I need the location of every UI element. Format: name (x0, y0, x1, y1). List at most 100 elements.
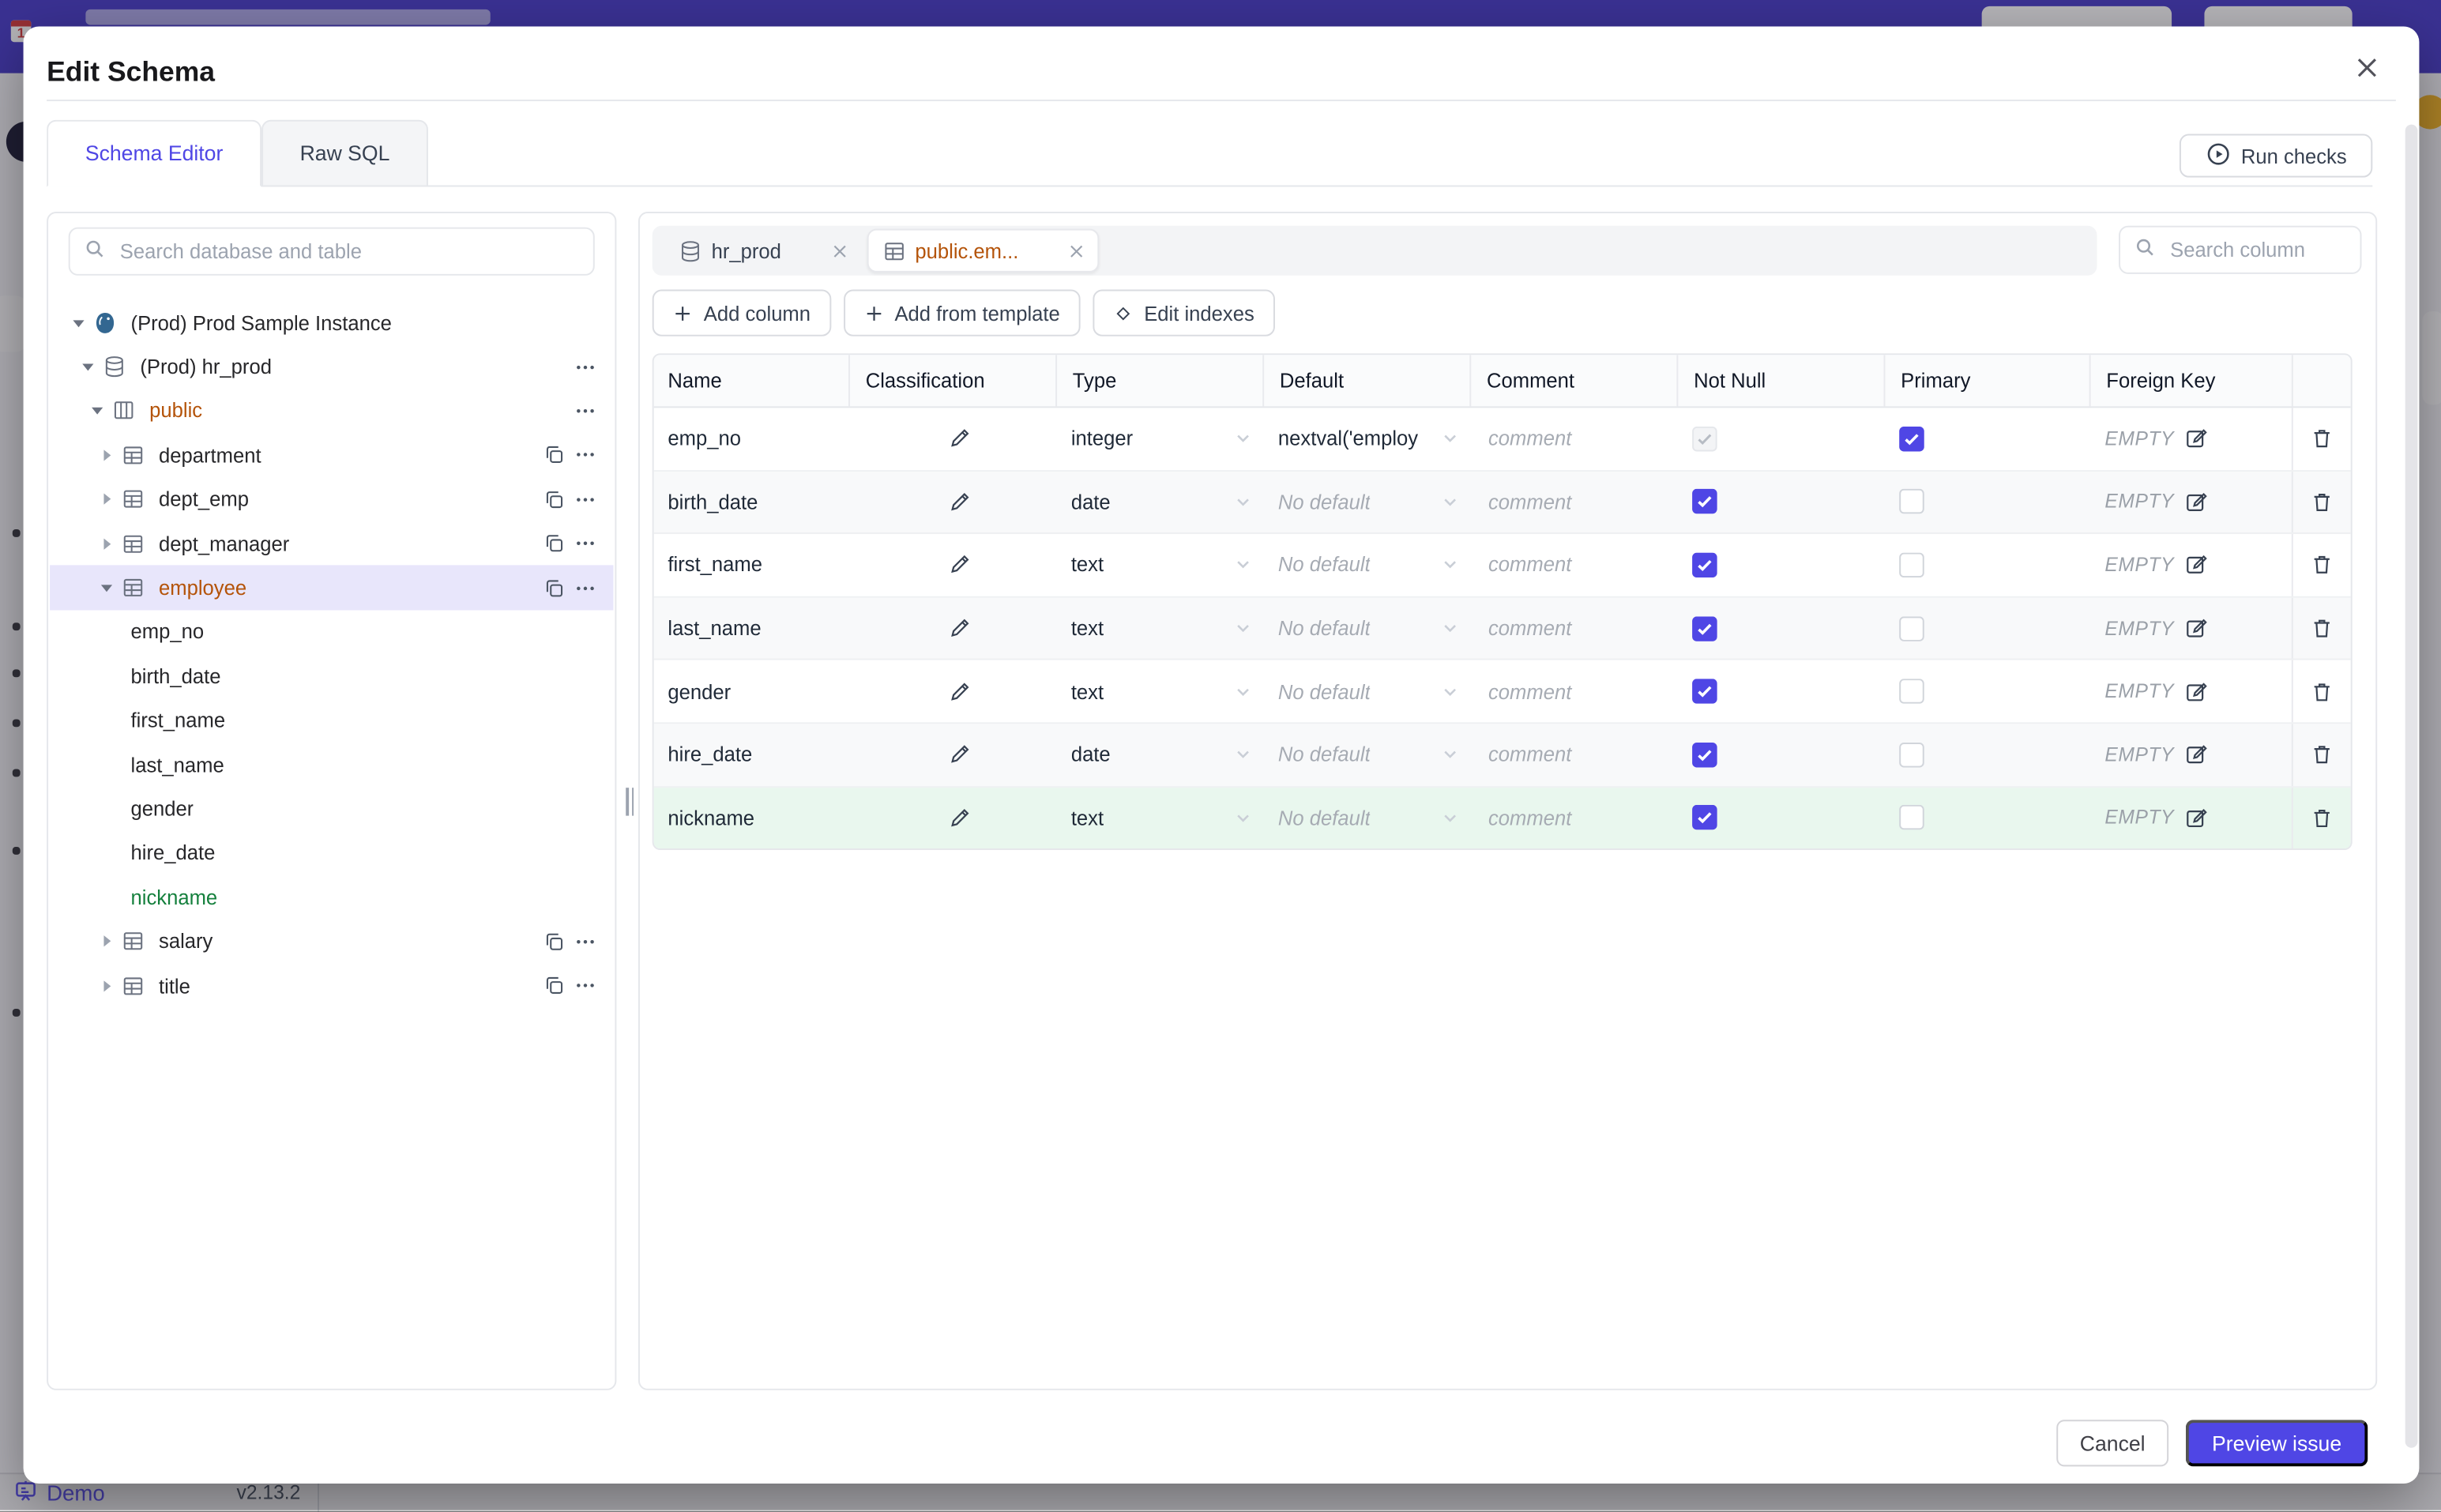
caret-right-icon[interactable] (90, 935, 121, 949)
trash-icon[interactable] (2310, 554, 2334, 577)
comment-input[interactable] (1485, 551, 1655, 579)
primary-checkbox[interactable] (1899, 615, 1924, 641)
caret-right-icon[interactable] (90, 536, 121, 551)
copy-icon[interactable] (539, 970, 570, 1001)
type-select[interactable]: text (1055, 680, 1262, 703)
comment-input[interactable] (1485, 741, 1655, 769)
column-name-field[interactable]: gender (654, 680, 848, 704)
copy-icon[interactable] (539, 926, 570, 957)
pencil-icon[interactable] (864, 427, 1055, 451)
type-select[interactable]: date (1055, 743, 1262, 766)
run-checks-button[interactable]: Run checks (2179, 134, 2373, 178)
primary-checkbox[interactable] (1899, 679, 1924, 705)
comment-input[interactable] (1485, 615, 1655, 642)
cancel-button[interactable]: Cancel (2056, 1420, 2169, 1467)
edit-indexes-button[interactable]: Edit indexes (1093, 289, 1275, 337)
not-null-checkbox[interactable] (1692, 742, 1717, 768)
not-null-checkbox[interactable] (1692, 615, 1717, 641)
more-menu-icon[interactable] (570, 926, 600, 957)
caret-down-icon[interactable] (81, 404, 111, 418)
tree-item-dept_manager[interactable]: dept_manager (50, 521, 613, 566)
pencil-icon[interactable] (864, 617, 1055, 641)
pencil-icon[interactable] (864, 680, 1055, 704)
type-select[interactable]: integer (1055, 427, 1262, 450)
tree-item-gender[interactable]: gender (50, 787, 613, 831)
default-select[interactable]: No default (1262, 680, 1469, 703)
tree-item--Prod-hr_prod[interactable]: (Prod) hr_prod (50, 344, 613, 389)
trash-icon[interactable] (2310, 743, 2334, 767)
caret-down-icon[interactable] (62, 315, 93, 329)
not-null-checkbox[interactable] (1692, 805, 1717, 831)
add-from-template-button[interactable]: Add from template (843, 289, 1081, 337)
comment-input[interactable] (1485, 425, 1655, 453)
more-menu-icon[interactable] (570, 352, 600, 382)
column-name-field[interactable]: last_name (654, 617, 848, 641)
tree-item-department[interactable]: department (50, 433, 613, 477)
editor-tab-hr_prod[interactable]: hr_prod (664, 231, 860, 271)
caret-down-icon[interactable] (72, 359, 103, 374)
primary-checkbox[interactable] (1899, 426, 1924, 452)
tree-item-public[interactable]: public (50, 389, 613, 433)
caret-right-icon[interactable] (90, 492, 121, 506)
tab-raw-sql[interactable]: Raw SQL (261, 119, 428, 187)
tree-item-last_name[interactable]: last_name (50, 743, 613, 787)
default-select[interactable]: No default (1262, 807, 1469, 829)
comment-input[interactable] (1485, 804, 1655, 832)
edit-foreign-key-icon[interactable] (2183, 554, 2207, 577)
tree-item-employee[interactable]: employee (50, 566, 614, 610)
default-select[interactable]: No default (1262, 743, 1469, 766)
primary-checkbox[interactable] (1899, 742, 1924, 768)
type-select[interactable]: text (1055, 807, 1262, 829)
trash-icon[interactable] (2310, 427, 2334, 451)
more-menu-icon[interactable] (570, 483, 600, 514)
pencil-icon[interactable] (864, 554, 1055, 577)
column-name-field[interactable]: first_name (654, 554, 848, 577)
trash-icon[interactable] (2310, 491, 2334, 514)
type-select[interactable]: date (1055, 491, 1262, 513)
tree-item-birth_date[interactable]: birth_date (50, 654, 613, 698)
preview-issue-button[interactable]: Preview issue (2185, 1420, 2368, 1467)
column-name-field[interactable]: nickname (654, 807, 848, 830)
pencil-icon[interactable] (864, 491, 1055, 514)
default-select[interactable]: No default (1262, 617, 1469, 640)
primary-checkbox[interactable] (1899, 805, 1924, 831)
more-menu-icon[interactable] (570, 395, 600, 426)
type-select[interactable]: text (1055, 617, 1262, 640)
edit-foreign-key-icon[interactable] (2183, 617, 2207, 641)
more-menu-icon[interactable] (570, 970, 600, 1001)
copy-icon[interactable] (539, 572, 570, 603)
tree-item--Prod-Prod-Sample-Instance[interactable]: (Prod) Prod Sample Instance (50, 300, 613, 344)
column-name-field[interactable]: birth_date (654, 491, 848, 514)
tree-item-emp_no[interactable]: emp_no (50, 610, 613, 654)
edit-foreign-key-icon[interactable] (2183, 427, 2207, 451)
primary-checkbox[interactable] (1899, 552, 1924, 578)
close-icon[interactable] (831, 242, 848, 259)
tree-item-hire_date[interactable]: hire_date (50, 831, 613, 875)
not-null-checkbox[interactable] (1692, 489, 1717, 515)
pencil-icon[interactable] (864, 743, 1055, 767)
tree-item-dept_emp[interactable]: dept_emp (50, 477, 613, 521)
caret-right-icon[interactable] (90, 979, 121, 993)
tab-schema-editor[interactable]: Schema Editor (47, 119, 262, 187)
edit-foreign-key-icon[interactable] (2183, 743, 2207, 767)
pencil-icon[interactable] (864, 807, 1055, 830)
default-select[interactable]: No default (1262, 491, 1469, 513)
column-name-field[interactable]: emp_no (654, 427, 848, 451)
default-select[interactable]: nextval('employ (1262, 427, 1469, 450)
trash-icon[interactable] (2310, 680, 2334, 704)
comment-input[interactable] (1485, 678, 1655, 705)
default-select[interactable]: No default (1262, 554, 1469, 577)
caret-down-icon[interactable] (90, 581, 121, 595)
tree-item-first_name[interactable]: first_name (50, 698, 613, 743)
trash-icon[interactable] (2310, 807, 2334, 830)
copy-icon[interactable] (539, 528, 570, 559)
editor-tab-public.em...[interactable]: public.em... (867, 228, 1100, 273)
tree-search-input[interactable] (116, 238, 580, 265)
type-select[interactable]: text (1055, 554, 1262, 577)
column-search-input[interactable] (2167, 236, 2346, 264)
column-name-field[interactable]: hire_date (654, 743, 848, 767)
more-menu-icon[interactable] (570, 572, 600, 603)
modal-scrollbar[interactable] (2405, 124, 2418, 1448)
more-menu-icon[interactable] (570, 528, 600, 559)
tree-item-title[interactable]: title (50, 964, 613, 1008)
